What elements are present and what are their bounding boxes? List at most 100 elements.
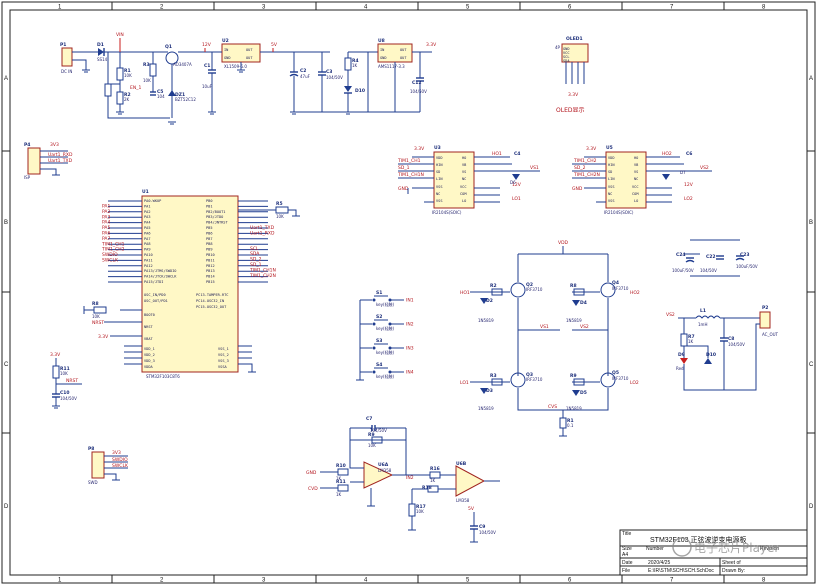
u5-l1: HIN [608,163,615,167]
isp-section: P4 ISP 3V3 Uart1_RXD Uart1_TXD [24,142,73,180]
resistor-r10-icon [337,468,349,476]
mcu-right-pin: PB4/JNTRST [206,221,228,225]
u5-ref: U5 [606,145,613,151]
isp-rxd: Uart1_RXD [48,152,73,158]
watermark-text: 电子芯片Player [694,541,779,555]
reset-nrst: NRST [66,378,78,384]
keys-section: S1 key(轻触) IN1 S2 key(轻触) IN2 S3 key(轻触) IN3 S4 ke… [356,290,414,381]
u5-l5: NC [608,192,612,196]
mcu-left-net: PA2 [102,209,111,215]
u5-vs: VS2 [700,165,709,171]
u3-r1: VB [462,163,466,167]
mcu-left-pin: PA4 [144,221,151,225]
amp-r9-val: 10K [368,443,376,448]
tb-file-lbl: File [622,568,630,574]
out-l1: L1 [700,308,706,314]
c1-ref: C1 [204,63,210,69]
resistor-r1-icon [116,67,124,81]
u3-in2: SD_1 [398,165,410,171]
mcu-vss2: VSS_2 [218,353,229,357]
swd-3v3: 3V3 [112,450,121,456]
swd-swclk: SWCLK [112,463,129,469]
amp-c7: C7 [366,416,372,422]
u5-r0: HO [634,156,638,160]
key-val: key(轻触) [376,349,395,355]
key-net: IN2 [406,322,414,328]
amp-r18: R18 [422,485,432,491]
d7-ref: D7 [680,170,686,175]
driver-a-section: U3 IR2104S(SOIC) VDD HIN SD LIN VSS NC V… [397,145,540,215]
d6-ref: D6 [510,180,516,185]
bridge-vdd: VDD [558,240,569,246]
driver-b-section: U5 IR2104S(SOIC) VDD HIN SD LIN VSS NC V… [572,145,712,215]
key-ref: S3 [376,338,382,344]
row-b-right: B [809,220,813,226]
amp-r10-val: 1K [336,476,342,481]
mcu-vssa: VSSA [218,365,227,369]
u2-val: XL1509-5.0 [224,64,247,69]
q2-val: IRF3710 [526,287,543,292]
amp-r9: R9 [368,432,375,438]
net-12v: 12V [202,42,212,48]
u5-l0: VDD [608,156,615,160]
u1-val: STM32F103C8T6 [146,374,180,379]
schematic-canvas: 1 2 3 4 5 6 7 8 1 2 3 4 5 6 7 8 A B C D … [1,1,816,584]
mcu-vss1: VSS_1 [218,347,229,351]
key-net: IN3 [406,346,414,352]
c4-ref: C4 [514,151,520,157]
bridge-cvs: CVS [548,404,557,410]
mcu-osc-out: OSC_OUT/PD1 [144,299,168,303]
mcu-left-pin: PA2 [144,210,151,214]
out-c22-val: 104/50V [700,268,717,273]
reg-12v-section: 12V U2 XL1509-5.0 IN OUT GND OUT C1 10uF… [202,38,365,115]
watermark: 电子芯片Player [672,537,779,557]
u5-in3: TIM1_CH2N [573,172,600,178]
mcu-right-pin: PB11 [206,258,215,262]
u5-l4: VSS [608,185,615,189]
row-c-left: C [4,362,9,368]
mcu-left-net: TIM1_CH2 [101,247,125,253]
frame-outer [1,1,816,584]
oled-pin-sda: SDA [563,59,570,63]
resistor-r11-amp-icon [337,484,349,492]
reset-c10-val: 104/50V [60,396,77,401]
key-val: key(轻触) [376,301,395,307]
mcu-boot0: BOOT0 [144,313,155,317]
c1-val: 10uF [202,84,213,89]
amp-r16: R16 [430,466,440,472]
oled-hdr: 4P [555,45,561,50]
r3-val: 10K [143,78,151,83]
oled-ref: OLED1 [566,36,583,42]
u5-l6: VSS [608,199,615,203]
out-c23-val: 100uF/50V [736,264,758,269]
isp-txd: Uart1_TXD [48,158,73,164]
amp-r16-val: 1K [430,478,436,483]
mcu-left-net: TIM1_CH1 [101,241,125,247]
u8-pin-out2: OUT [400,56,407,60]
mcu-right-pin: PB14 [206,275,215,279]
c6-ref: C6 [686,151,692,157]
out-p2: P2 [762,305,768,311]
mcu-left-pin: PA15/JTDI [144,280,163,284]
u5-r4: VCC [632,185,639,189]
u3-gnd: GND [398,186,409,192]
swd-section: P8 SWD 3V3 SWDIO SWCLK [88,446,129,485]
out-c8-val: 104/50V [728,342,745,347]
isp-connector [27,147,41,175]
mcu-left-pin: PA12 [144,264,153,268]
mcu-osc-in: OSC_IN/PD0 [144,293,166,297]
tb-number-lbl: Number [646,546,664,552]
isp-label: ISP [24,175,31,180]
bridge-r9: R9 [570,373,577,379]
isp-3v3: 3V3 [50,142,59,148]
amp-in2: IN2 [406,475,414,481]
bridge-r2: R2 [490,283,497,289]
tb-date-lbl: Date [622,560,633,566]
bridge-d3-val: 1N5819 [478,406,494,411]
out-c22: C22 [706,254,716,260]
q4-val: IRF3710 [612,286,629,291]
mcu-right-pin: PB3/JTDO [206,215,223,219]
mcu-left-pin: PA5 [144,226,151,230]
u2-pin-in: IN [224,48,228,52]
diode-d7-icon [662,174,670,180]
